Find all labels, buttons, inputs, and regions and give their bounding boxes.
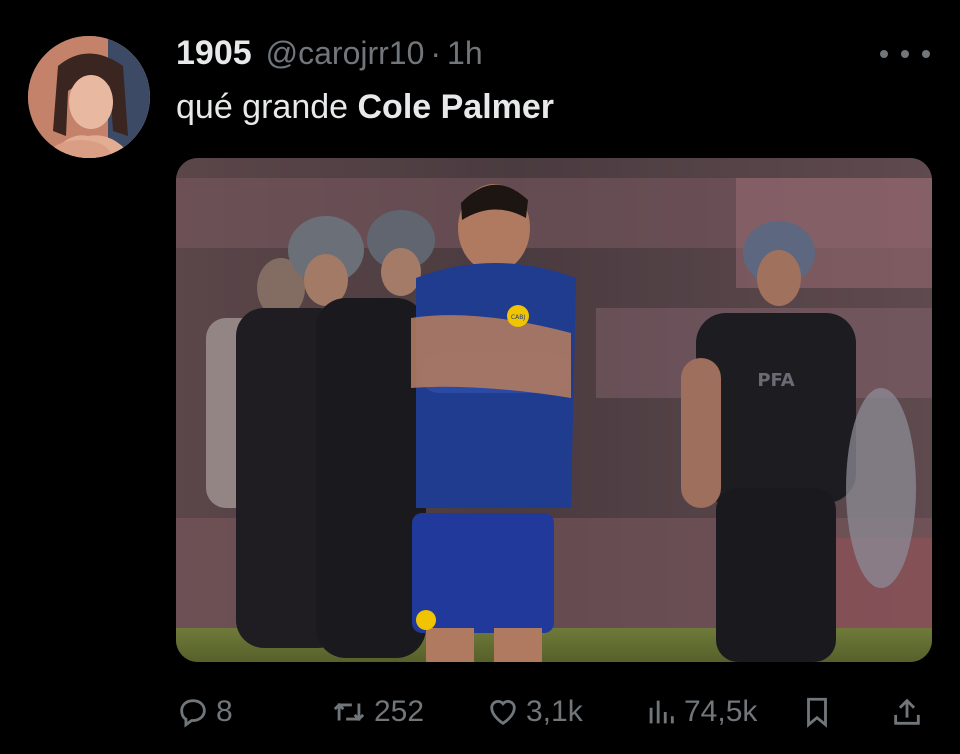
more-horizontal-icon[interactable] xyxy=(880,40,930,68)
dot xyxy=(901,50,909,58)
tweet-header: 1905 @carojrr10 · 1h xyxy=(176,34,483,78)
tweet[interactable]: 1905 @carojrr10 · 1h qué grande Cole Pal… xyxy=(0,0,960,754)
bookmark-icon xyxy=(807,697,827,728)
retweet-button[interactable]: 252 xyxy=(330,688,424,736)
dot xyxy=(922,50,930,58)
retweet-count: 252 xyxy=(374,695,425,728)
user-handle[interactable]: @carojrr10 xyxy=(266,35,425,72)
views-button[interactable]: 74,5k xyxy=(644,688,757,736)
tweet-media-image[interactable]: CABJ PFA xyxy=(176,158,932,662)
share-icon xyxy=(894,698,920,725)
bookmark-button[interactable] xyxy=(800,688,840,736)
display-name[interactable]: 1905 xyxy=(176,34,252,73)
reply-button[interactable]: 8 xyxy=(176,688,233,736)
retweet-icon xyxy=(333,702,365,722)
police-badge-text: PFA xyxy=(757,370,794,391)
tweet-actions: 8 252 3,1k 74,5k xyxy=(176,688,936,736)
timestamp[interactable]: 1h xyxy=(447,35,483,72)
dot xyxy=(880,50,888,58)
views-icon xyxy=(649,700,674,724)
reply-count: 8 xyxy=(216,695,233,728)
views-count: 74,5k xyxy=(684,695,758,728)
tweet-text-bold: Cole Palmer xyxy=(357,88,555,126)
avatar[interactable] xyxy=(28,36,150,158)
tweet-text-prefix: qué grande xyxy=(176,88,358,126)
separator: · xyxy=(430,35,442,71)
share-button[interactable] xyxy=(890,688,930,736)
jersey-badge-text: CABJ xyxy=(511,314,525,321)
like-button[interactable]: 3,1k xyxy=(486,688,583,736)
tweet-text: qué grande Cole Palmer xyxy=(176,88,554,127)
reply-icon xyxy=(180,699,206,728)
heart-icon xyxy=(490,700,516,726)
like-count: 3,1k xyxy=(526,695,583,728)
